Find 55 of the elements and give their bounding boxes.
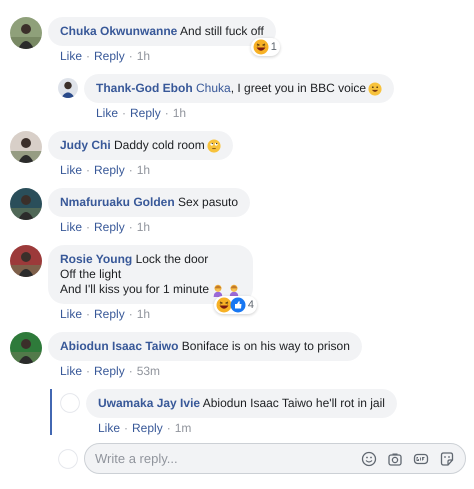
camera-icon[interactable] [387, 450, 403, 466]
action-link[interactable]: Reply [94, 307, 125, 321]
comment-text: Uwamaka Jay Ivie Abiodun Isaac Taiwo he'll rot in jail [98, 396, 385, 411]
timestamp: 1h [172, 106, 186, 120]
action-link[interactable]: Reply [94, 364, 125, 378]
timestamp: 1h [136, 49, 150, 63]
action-link[interactable]: Like [60, 307, 82, 321]
separator-dot: · [128, 163, 133, 177]
laughing-emoji-icon [216, 297, 232, 313]
separator-dot: · [128, 220, 133, 234]
action-link[interactable]: Like [96, 106, 118, 120]
separator-dot: · [128, 49, 133, 63]
action-link[interactable]: Reply [94, 163, 125, 177]
separator-dot: · [124, 421, 128, 435]
timestamp: 1h [136, 163, 150, 177]
separator-dot: · [128, 364, 133, 378]
emoji-icon [206, 139, 221, 153]
separator-dot: · [122, 106, 126, 120]
timestamp: 53m [136, 364, 160, 378]
timestamp: 1h [136, 307, 150, 321]
thumbs-up-icon [230, 297, 246, 313]
separator-dot: · [128, 307, 133, 321]
emoji-icon[interactable] [361, 450, 377, 466]
action-link[interactable]: Reply [94, 220, 125, 234]
laughing-emoji-icon [252, 39, 269, 55]
reply-field[interactable]: Write a reply... [84, 443, 466, 474]
action-link[interactable]: Like [60, 220, 82, 234]
separator-dot: · [86, 163, 90, 177]
reaction-badge[interactable]: 4 [214, 296, 258, 314]
separator-dot: · [164, 106, 169, 120]
action-link[interactable]: Reply [130, 106, 161, 120]
sticker-icon[interactable] [439, 450, 455, 466]
comment-text: Nmafuruaku Golden Sex pasuto [60, 195, 238, 210]
emoji-icon [368, 82, 382, 96]
action-link[interactable]: Like [60, 163, 82, 177]
separator-dot: · [166, 421, 171, 435]
comment-text: Abiodun Isaac Taiwo Boniface is on his way to prison [60, 339, 350, 354]
separator-dot: · [86, 49, 90, 63]
reply-input[interactable]: Write a reply... [95, 449, 351, 468]
action-link[interactable]: Reply [94, 49, 125, 63]
action-link[interactable]: Like [98, 421, 120, 435]
comment-text: Thank-God Eboh Chuka, I greet you in BBC voice [96, 81, 366, 96]
avatar-icon [58, 448, 78, 468]
action-link[interactable]: Like [60, 49, 82, 63]
action-link[interactable]: Like [60, 364, 82, 378]
action-link[interactable]: Reply [132, 421, 163, 435]
separator-dot: · [86, 364, 90, 378]
comment-text: Chuka Okwunwanne And still fuck off [60, 24, 264, 39]
timestamp: 1m [174, 421, 192, 435]
comment-text: Rosie Young Lock the door Off the light And I'll kiss you for 1 minute [60, 252, 210, 297]
comment-text: Judy Chi Daddy cold room [60, 138, 205, 153]
reaction-badge[interactable]: 1 [250, 38, 280, 56]
separator-dot: · [86, 307, 90, 321]
separator-dot: · [86, 220, 90, 234]
timestamp: 1h [136, 220, 150, 234]
